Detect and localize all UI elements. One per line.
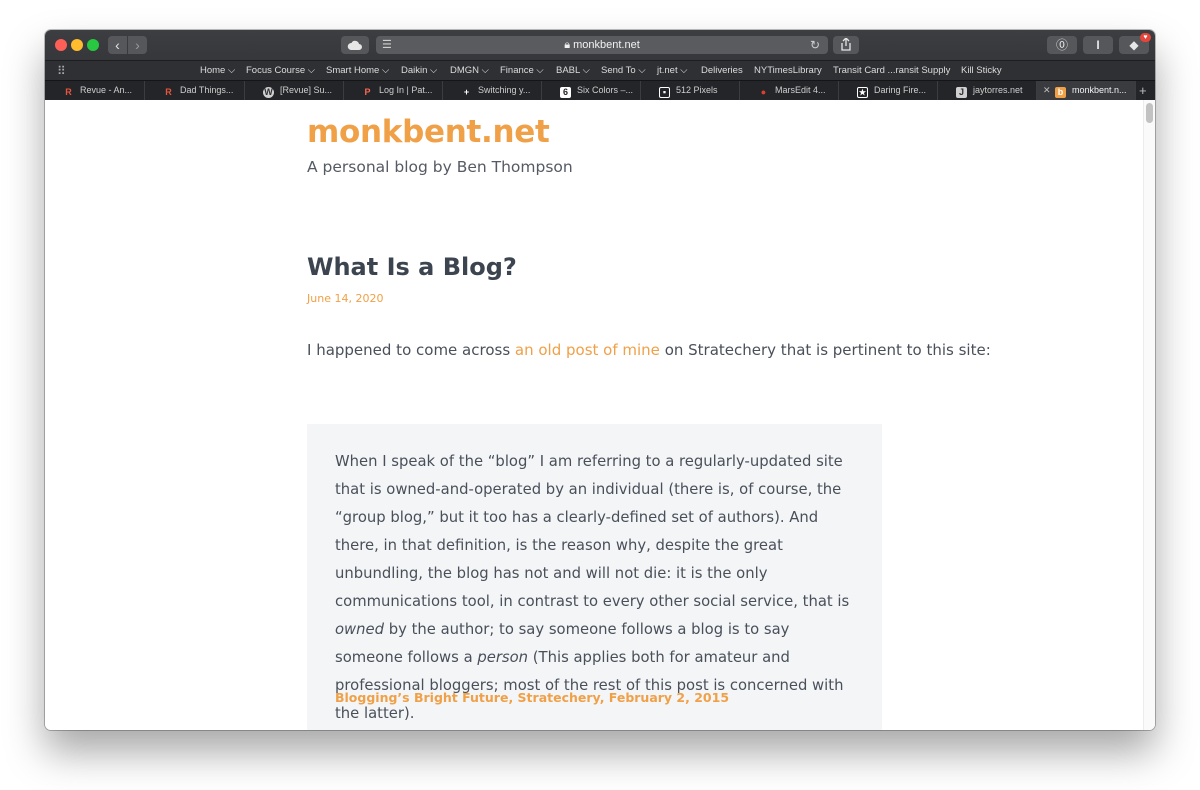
quote-text: When I speak of the “blog” I am referrin…	[335, 448, 855, 728]
tab-label: [Revue] Su...	[280, 85, 333, 95]
favorite-nytimeslibrary[interactable]: NYTimesLibrary	[754, 61, 822, 81]
tab-dad-things[interactable]: R Dad Things...	[145, 81, 245, 100]
tab-label: Revue - An...	[80, 85, 133, 95]
tab-label: jaytorres.net	[973, 85, 1023, 95]
plus-favicon-icon: +	[463, 87, 470, 97]
share-icon	[841, 37, 851, 51]
tab-label: Switching y...	[478, 85, 531, 95]
post-date[interactable]: June 14, 2020	[307, 292, 383, 305]
old-post-link[interactable]: an old post of mine	[515, 341, 660, 359]
tab-revue-su[interactable]: W [Revue] Su...	[245, 81, 344, 100]
instapaper-icon: I	[1096, 38, 1100, 52]
favorite-transit-card[interactable]: Transit Card ...ransit Supply	[833, 61, 950, 81]
password-icon: ⓪	[1055, 38, 1068, 52]
tab-label: Six Colors –...	[577, 85, 634, 95]
tab-patreon-login[interactable]: P Log In | Pat...	[344, 81, 443, 100]
marsedit-favicon-icon: ●	[760, 87, 767, 97]
tab-label: Log In | Pat...	[379, 85, 433, 95]
wordpress-favicon-icon: W	[263, 87, 274, 98]
cloud-icon	[347, 40, 362, 50]
site-title[interactable]: monkbent.net	[307, 114, 550, 150]
minimize-window-button[interactable]	[71, 39, 83, 51]
intro-text-after: on Stratechery that is pertinent to this…	[659, 341, 991, 359]
favorite-finance[interactable]: Finance ⌵	[500, 61, 544, 81]
512-pixels-favicon-icon: ▪	[659, 87, 670, 98]
six-colors-favicon-icon: 6	[560, 87, 571, 98]
quote-citation: Blogging’s Bright Future, Stratechery, F…	[335, 690, 730, 705]
tab-switching[interactable]: + Switching y...	[443, 81, 542, 100]
top-sites-grid-icon[interactable]: ⠿	[57, 63, 66, 79]
favorite-babl[interactable]: BABL ⌵	[556, 61, 590, 81]
tab-monkbent[interactable]: ✕ b monkbent.n...	[1037, 81, 1136, 100]
revue-favicon-icon: R	[165, 87, 172, 97]
zoom-window-button[interactable]	[87, 39, 99, 51]
tab-label: monkbent.n...	[1072, 85, 1127, 95]
tab-bar: R Revue - An... R Dad Things... W [Revue] S…	[45, 80, 1155, 101]
password-extension-button[interactable]: ⓪	[1047, 36, 1077, 54]
jaytorres-favicon-icon: J	[956, 87, 967, 98]
favorite-daikin[interactable]: Daikin ⌵	[401, 61, 437, 81]
favorites-bar: ⠿ Home ⌵ Focus Course ⌵ Smart Home ⌵ Dai…	[45, 60, 1155, 81]
browser-window: ‹ › ☰ 🔒︎ monkbent.net ↻ ⓪ I ◆ ♥ ⠿ Home ⌵…	[45, 30, 1155, 730]
tab-label: MarsEdit 4...	[775, 85, 826, 95]
quote-emphasis-person: person	[477, 649, 529, 666]
tab-revue-an[interactable]: R Revue - An...	[45, 81, 145, 100]
lock-icon: 🔒︎	[564, 39, 571, 51]
post-title[interactable]: What Is a Blog?	[307, 253, 517, 281]
tab-marsedit[interactable]: ● MarsEdit 4...	[740, 81, 839, 100]
blockquote: When I speak of the “blog” I am referrin…	[307, 424, 882, 730]
revue-favicon-icon: R	[65, 87, 72, 97]
forward-button[interactable]: ›	[128, 36, 147, 54]
patreon-favicon-icon: P	[364, 87, 371, 97]
new-tab-icon[interactable]: +	[1139, 81, 1147, 100]
cube-icon: ◆	[1129, 38, 1139, 52]
favorite-kill-sticky[interactable]: Kill Sticky	[961, 61, 1002, 81]
notification-badge: ♥	[1140, 33, 1151, 42]
address-url-text: monkbent.net	[573, 39, 640, 51]
site-tagline: A personal blog by Ben Thompson	[307, 158, 573, 176]
quote-emphasis-owned: owned	[335, 621, 385, 638]
favorite-jt-net[interactable]: jt.net ⌵	[657, 61, 687, 81]
favorite-smart-home[interactable]: Smart Home ⌵	[326, 61, 389, 81]
share-button[interactable]	[833, 36, 859, 54]
intro-text-before: I happened to come across	[307, 341, 515, 359]
favorite-deliveries[interactable]: Deliveries	[701, 61, 743, 81]
scrollbar-thumb[interactable]	[1146, 103, 1153, 123]
tab-label: Dad Things...	[180, 85, 234, 95]
tab-label: Daring Fire...	[874, 85, 927, 95]
icloud-tabs-button[interactable]	[341, 36, 369, 54]
page-content: monkbent.net A personal blog by Ben Thom…	[45, 100, 1155, 730]
tab-label: 512 Pixels	[676, 85, 718, 95]
scrollbar-track[interactable]	[1143, 100, 1155, 730]
tab-six-colors[interactable]: 6 Six Colors –...	[542, 81, 641, 100]
address-url: 🔒︎ monkbent.net	[376, 36, 828, 54]
tab-512-pixels[interactable]: ▪ 512 Pixels	[641, 81, 740, 100]
close-tab-icon[interactable]: ✕	[1043, 81, 1051, 100]
tab-jaytorres[interactable]: Jjaytorres.net	[938, 81, 1037, 100]
browser-toolbar: ‹ › ☰ 🔒︎ monkbent.net ↻ ⓪ I ◆ ♥	[45, 30, 1155, 60]
address-bar[interactable]: ☰ 🔒︎ monkbent.net ↻	[376, 36, 828, 54]
favorite-send-to[interactable]: Send To ⌵	[601, 61, 646, 81]
favorite-focus-course[interactable]: Focus Course ⌵	[246, 61, 315, 81]
post-intro: I happened to come across an old post of…	[307, 341, 991, 359]
monkbent-favicon-icon: b	[1055, 87, 1066, 98]
favorite-dmgn[interactable]: DMGN ⌵	[450, 61, 489, 81]
close-window-button[interactable]	[55, 39, 67, 51]
quote-part-1: When I speak of the “blog” I am referrin…	[335, 453, 850, 610]
reload-icon[interactable]: ↻	[810, 36, 820, 54]
instapaper-extension-button[interactable]: I	[1083, 36, 1113, 54]
tab-daring-fireball[interactable]: ★ Daring Fire...	[839, 81, 938, 100]
star-favicon-icon: ★	[857, 87, 868, 98]
back-button[interactable]: ‹	[108, 36, 127, 54]
favorite-home[interactable]: Home ⌵	[200, 61, 235, 81]
